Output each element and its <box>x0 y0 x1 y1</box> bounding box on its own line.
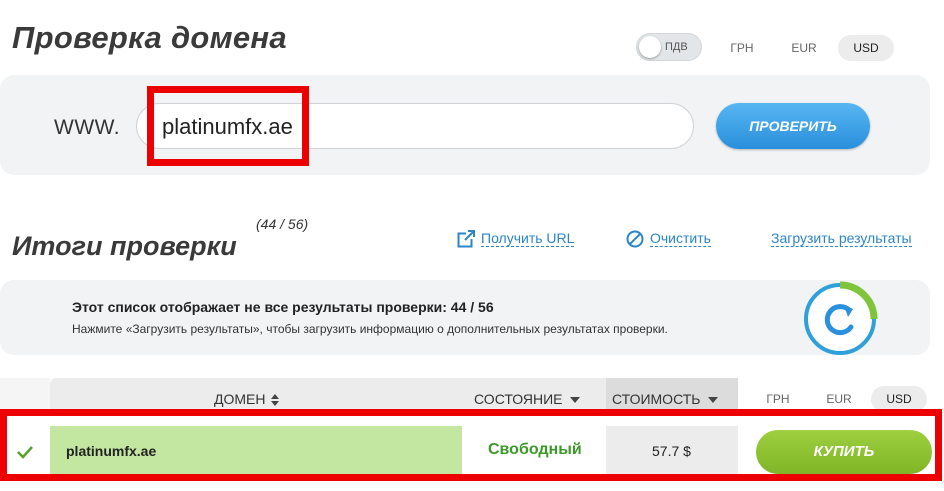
external-link-icon[interactable] <box>457 230 475 248</box>
results-notice-panel <box>0 280 930 355</box>
notice-main-text: Этот список отображает не все результаты… <box>72 299 494 315</box>
currency-uah-button[interactable]: ГРН <box>722 35 762 61</box>
check-button[interactable]: ПРОВЕРИТЬ <box>716 103 870 149</box>
results-title: Итоги проверки <box>12 231 237 261</box>
notice-hint-text: Нажмите «Загрузить результаты», чтобы за… <box>72 322 668 336</box>
vat-toggle-label: ПДВ <box>665 41 688 53</box>
load-results-link[interactable]: Загрузить результаты <box>771 230 912 247</box>
highlight-box-domain <box>147 86 309 166</box>
page-title: Проверка домена <box>12 20 287 55</box>
currency-usd-button[interactable]: USD <box>838 35 894 61</box>
highlight-box-result-row <box>0 409 942 481</box>
refresh-spinner-icon[interactable] <box>800 279 880 359</box>
vat-toggle[interactable]: ПДВ <box>636 33 702 61</box>
sort-icon <box>271 394 280 407</box>
column-header-state-label: СОСТОЯНИЕ <box>474 391 563 407</box>
clear-icon[interactable] <box>626 230 644 248</box>
chevron-down-icon <box>708 397 719 404</box>
currency-eur-button[interactable]: EUR <box>783 35 825 61</box>
get-url-link[interactable]: Получить URL <box>481 230 575 247</box>
results-count: (44 / 56) <box>256 216 309 232</box>
toggle-knob <box>639 36 661 58</box>
column-header-domain-label: ДОМЕН <box>214 391 266 407</box>
column-header-price-label: СТОИМОСТЬ <box>612 391 701 407</box>
www-prefix: WWW. <box>54 116 121 139</box>
chevron-down-icon <box>570 397 581 404</box>
clear-link[interactable]: Очистить <box>650 230 711 247</box>
